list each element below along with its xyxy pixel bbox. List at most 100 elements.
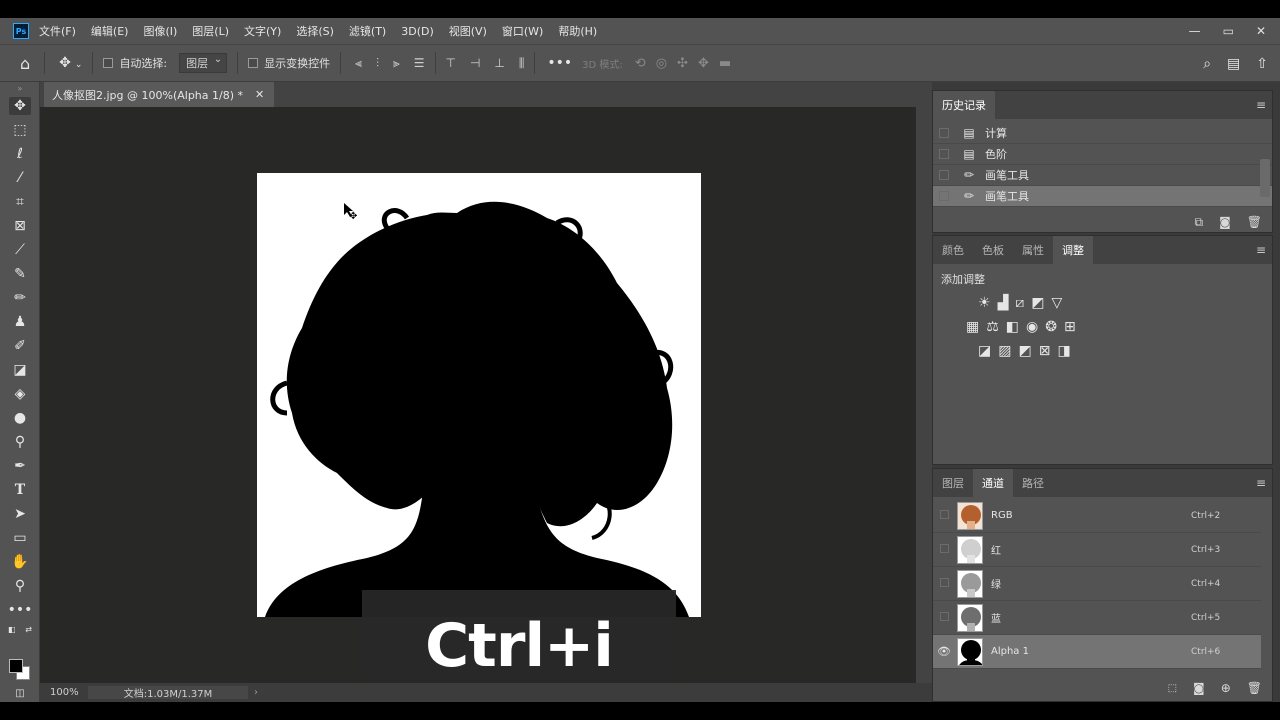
auto-select-dropdown[interactable]: 图层 [179,53,228,73]
eyedropper-tool[interactable]: ⟋ [0,238,40,262]
menu-layer[interactable]: 图层(L) [192,23,229,39]
tab-paths[interactable]: 路径 [1013,469,1053,497]
menu-select[interactable]: 选择(S) [296,23,334,39]
healing-brush-tool[interactable]: ✎ [0,262,40,286]
minimize-icon[interactable]: — [1189,24,1201,38]
posterize-icon[interactable]: ▨ [998,343,1011,359]
trash-icon[interactable]: 🗑 [1247,681,1262,695]
tab-properties[interactable]: 属性 [1013,236,1053,264]
tab-swatches[interactable]: 色板 [973,236,1013,264]
close-tab-icon[interactable]: ✕ [255,88,264,101]
panel-menu-icon[interactable]: ≡ [1256,91,1266,119]
history-brush-source-checkbox[interactable] [939,128,949,138]
home-icon[interactable]: ⌂ [20,54,30,73]
align-right-icon[interactable]: ⫸ [393,56,400,71]
align-left-icon[interactable]: ⫷ [355,56,362,71]
snapshot-camera-icon[interactable]: ◙ [1219,215,1231,229]
new-document-from-state-icon[interactable]: ⧉ [1195,215,1204,230]
history-item[interactable]: ✏ 画笔工具 [933,165,1272,186]
menu-image[interactable]: 图像(I) [143,23,177,39]
levels-icon[interactable]: ▟ [998,295,1009,311]
checkbox-box[interactable] [103,58,114,68]
close-icon[interactable]: ✕ [1256,24,1266,38]
menu-filter[interactable]: 滤镜(T) [349,23,386,39]
history-brush-source-checkbox[interactable] [939,170,949,180]
quick-mask-icon[interactable]: ◫ [0,686,40,700]
visibility-toggle[interactable] [933,611,955,624]
align-middle-icon[interactable]: ⊣ [470,56,480,71]
tab-color[interactable]: 颜色 [933,236,973,264]
menu-file[interactable]: 文件(F) [39,23,76,39]
channel-row-blue[interactable]: 蓝 Ctrl+5 [933,601,1261,635]
menu-3d[interactable]: 3D(D) [401,25,434,38]
panel-menu-icon[interactable]: ≡ [1256,469,1266,497]
default-colors-icon[interactable]: ◧ [8,625,16,634]
document-size[interactable]: 文档:1.03M/1.37M [88,686,248,700]
move-tool[interactable]: ✥ [0,94,40,118]
menu-help[interactable]: 帮助(H) [558,23,597,39]
paint-bucket-tool[interactable]: ◈ [0,382,40,406]
show-transform-checkbox[interactable]: 显示变换控件 [248,55,330,71]
eraser-tool[interactable]: ◪ [0,358,40,382]
magic-wand-tool[interactable]: ⁄ [0,166,40,190]
lasso-tool[interactable]: ℓ [0,142,40,166]
search-icon[interactable]: ⌕ [1203,56,1211,72]
canvas-area[interactable]: ✥ Ctrl+i [40,107,916,702]
curves-icon[interactable]: ⧄ [1015,295,1024,311]
roll-3d-icon[interactable]: ◎ [656,56,667,71]
history-item[interactable]: ▤ 计算 [933,123,1272,144]
marquee-tool[interactable]: ⬚ [0,118,40,142]
exposure-icon[interactable]: ◩ [1031,295,1044,311]
crop-tool[interactable]: ⌗ [0,190,40,214]
distribute-vertical-icon[interactable]: ⫼ [519,56,525,71]
move-tool-preset-icon[interactable]: ✥ ⌄ [59,55,82,71]
checkbox-box[interactable] [248,58,259,68]
auto-select-checkbox[interactable]: 自动选择: [103,55,167,71]
brightness-contrast-icon[interactable]: ☀ [978,295,991,311]
document-tab[interactable]: 人像抠图2.jpg @ 100%(Alpha 1/8) * ✕ [44,82,275,107]
chevron-right-icon[interactable]: › [254,687,258,698]
menu-window[interactable]: 窗口(W) [502,23,543,39]
rectangle-tool[interactable]: ▭ [0,526,40,550]
brush-tool[interactable]: ✏ [0,286,40,310]
history-scrollbar[interactable] [1260,159,1270,197]
channel-row-green[interactable]: 绿 Ctrl+4 [933,567,1261,601]
visibility-toggle[interactable] [933,577,955,590]
hue-saturation-icon[interactable]: ▦ [966,319,979,335]
history-item-selected[interactable]: ✏ 画笔工具 [933,186,1272,207]
visibility-toggle[interactable] [933,543,955,556]
share-icon[interactable]: ⇧ [1256,56,1268,72]
save-selection-icon[interactable]: ◙ [1193,681,1205,695]
align-center-icon[interactable]: ⫶ [376,56,379,71]
invert-icon[interactable]: ◪ [978,343,991,359]
pan-3d-icon[interactable]: ✣ [677,56,688,71]
alpha-channel-image[interactable]: ✥ [257,173,701,617]
orbit-3d-icon[interactable]: ⟲ [635,56,646,71]
clone-stamp-tool[interactable]: ♟ [0,310,40,334]
tab-adjustments[interactable]: 调整 [1053,236,1093,264]
menu-view[interactable]: 视图(V) [449,23,487,39]
dodge-tool[interactable]: ⚲ [0,430,40,454]
more-tools[interactable]: ••• [0,598,40,622]
trash-icon[interactable]: 🗑 [1247,215,1262,229]
threshold-icon[interactable]: ◩ [1018,343,1031,359]
color-balance-icon[interactable]: ⚖ [986,319,999,335]
scale-3d-icon[interactable]: ▬ [719,56,731,71]
tab-layers[interactable]: 图层 [933,469,973,497]
panel-menu-icon[interactable]: ≡ [1256,236,1266,264]
maximize-icon[interactable]: ▭ [1223,24,1234,38]
history-brush-source-checkbox[interactable] [939,149,949,159]
canvas-vertical-scrollbar[interactable] [916,107,932,683]
load-selection-icon[interactable]: ⬚ [1168,683,1177,694]
hand-tool[interactable]: ✋ [0,550,40,574]
more-options-icon[interactable]: ••• [547,55,572,71]
vibrance-icon[interactable]: ▽ [1051,295,1062,311]
tab-channels[interactable]: 通道 [973,469,1013,497]
blur-tool[interactable]: ● [0,406,40,430]
visibility-toggle[interactable] [933,509,955,522]
align-bottom-icon[interactable]: ⊥ [494,56,504,71]
distribute-icon[interactable]: ☰ [414,56,425,71]
zoom-tool[interactable]: ⚲ [0,574,40,598]
selective-color-icon[interactable]: ⊠ [1039,343,1051,359]
tab-history[interactable]: 历史记录 [933,91,995,119]
